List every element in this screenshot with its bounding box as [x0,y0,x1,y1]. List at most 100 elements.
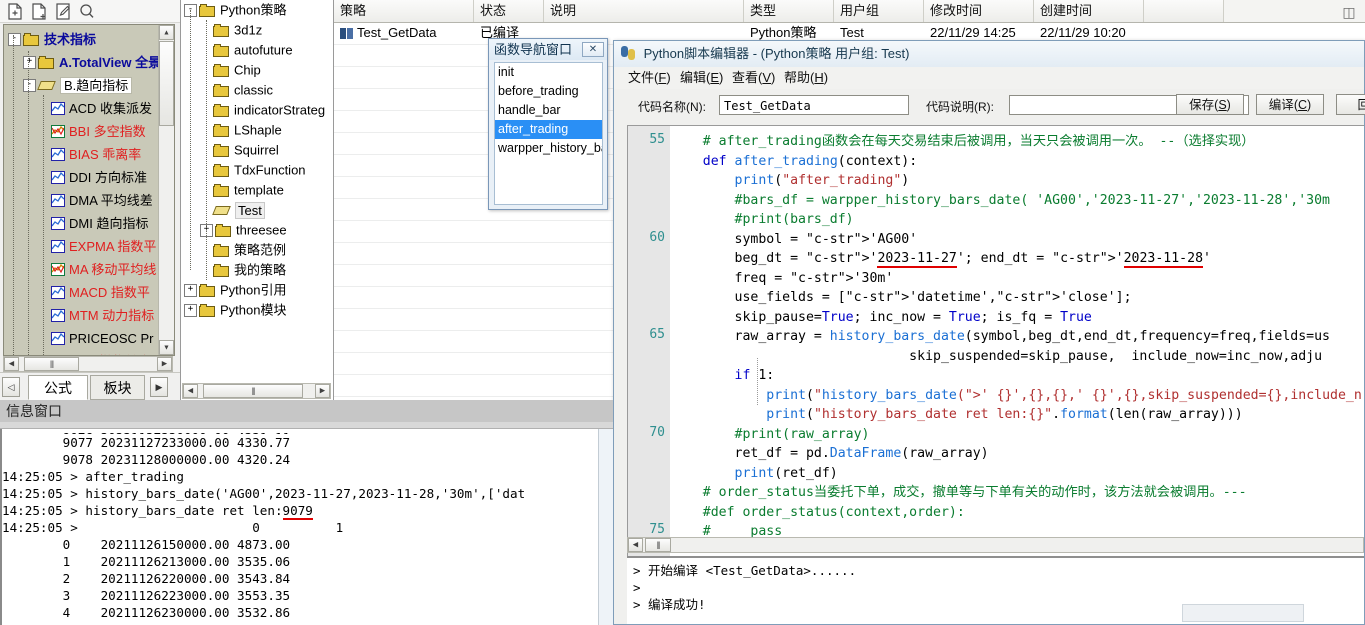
code-name-input[interactable]: Test_GetData [719,95,909,115]
strategy-tree-item[interactable]: indicatorStrateg [181,100,333,120]
strategy-tree-item[interactable]: Chip [181,60,333,80]
strategy-tree-item[interactable]: LShaple [181,120,333,140]
python-editor-menubar[interactable]: 文件(F) 编辑(E) 查看(V) 帮助(H) [614,67,1364,90]
table-column-header[interactable]: 策略 [334,0,474,22]
tree-toggle[interactable]: + [184,304,197,318]
info-window-log[interactable]: 9076 20231127230000.00 4331.11 9077 2023… [0,429,599,625]
function-list-item[interactable]: init [495,63,602,82]
menu-item-e[interactable]: 编辑(E) [674,69,729,87]
hscroll-left-button[interactable]: ◀ [628,538,643,552]
hscroll-right-button[interactable]: ▶ [315,384,330,398]
function-list-item[interactable]: before_trading [495,82,602,101]
code-line[interactable]: print("history_bars_date(">' {}',{},{},'… [671,386,1364,406]
python-strategy-tree[interactable]: - Python策略 3d1z autofuture Chip classic indica… [181,0,333,382]
compile-button[interactable]: 编译(C) [1256,94,1324,115]
scroll-up-button[interactable]: ▲ [159,25,174,40]
table-column-header[interactable]: 类型 [744,0,834,22]
table-column-header[interactable]: 说明 [544,0,744,22]
code-hscrollbar[interactable]: ◀ ||| [627,537,1364,553]
code-line[interactable]: freq = "c-str">'30m' [671,269,1364,289]
indicator-tree-hscrollbar[interactable]: ◀ ||| ▶ [3,356,173,372]
function-navigator-window[interactable]: 函数导航窗口 ✕ init before_trading handle_bar aft… [488,38,608,210]
strategy-tree-item[interactable]: Squirrel [181,140,333,160]
code-line[interactable]: beg_dt = "c-str">'2023-11-27'; end_dt = … [671,249,1364,269]
code-line[interactable]: #print(raw_array) [671,425,1364,445]
hscroll-thumb[interactable]: ||| [203,384,303,398]
code-line[interactable]: skip_suspended=skip_pause, include_now=i… [671,347,1364,367]
function-list[interactable]: init before_trading handle_bar after_tradin… [494,62,603,205]
tree-toggle[interactable]: - [8,33,21,47]
info-window-scrollbar[interactable] [598,429,613,625]
code-line[interactable]: #def order_status(context,order): [671,503,1364,523]
menu-item-f[interactable]: 文件(F) [622,69,677,87]
tree-toggle[interactable]: - [23,79,36,93]
table-column-header[interactable] [1144,0,1224,22]
search-icon[interactable] [78,3,96,20]
strategy-tree-item[interactable]: + threesee [181,220,333,240]
tab-sector[interactable]: 板块 [90,375,145,400]
code-line[interactable]: print("history_bars_date ret len:{}".for… [671,405,1364,425]
hscroll-right-button[interactable]: ▶ [157,357,172,371]
new-file-icon[interactable] [6,3,24,20]
strategy-tree-item[interactable]: TdxFunction [181,160,333,180]
save-button[interactable]: 保存(S) [1176,94,1244,115]
strategy-tree-item[interactable]: 3d1z [181,20,333,40]
new-folder-icon[interactable] [30,3,48,20]
code-line[interactable]: #print(bars_df) [671,210,1364,230]
strategy-tree-item[interactable]: 策略范例 [181,240,333,260]
indicator-tree-item[interactable]: - 技术指标 [4,27,158,50]
function-list-item[interactable]: handle_bar [495,101,602,120]
menu-item-v[interactable]: 查看(V) [726,69,781,87]
strategy-tree-item[interactable]: autofuture [181,40,333,60]
strategy-tree-item[interactable]: + Python引用 [181,280,333,300]
info-window-title: 信息窗口 [0,400,613,423]
tree-connector [190,10,191,270]
indicator-tree-scrollbar[interactable]: ▲ ▼ [158,25,174,355]
tab-next-button[interactable]: ▶ [150,377,168,397]
code-line[interactable]: #bars_df = warpper_history_bars_date( 'A… [671,191,1364,211]
backtest-button[interactable]: 回测 [1336,94,1365,115]
strategy-tree-item[interactable]: 我的策略 [181,260,333,280]
table-column-header[interactable]: 修改时间 [924,0,1034,22]
code-editor[interactable]: 55 60 65 70 75 # after_trading函数会在每天交易结束后被调用… [627,125,1364,596]
tree-toggle[interactable]: + [184,284,197,298]
code-text[interactable]: # after_trading函数会在每天交易结束后被调用，当天只会被调用一次。… [671,126,1364,596]
strategy-tree-item[interactable]: Test [181,200,333,220]
code-line[interactable]: def after_trading(context): [671,152,1364,172]
function-list-item[interactable]: after_trading [495,120,602,139]
code-line[interactable]: print("after_trading") [671,171,1364,191]
table-column-header[interactable]: 用户组 [834,0,924,22]
code-line[interactable]: # order_status当委托下单，成交，撤单等与下单有关的动作时，该方法就… [671,483,1364,503]
scroll-thumb[interactable] [159,41,174,126]
code-line[interactable]: if 1: [671,366,1364,386]
table-column-header[interactable]: 创建时间 [1034,0,1144,22]
hscroll-thumb[interactable]: ||| [24,357,79,371]
menu-item-h[interactable]: 帮助(H) [778,69,834,87]
code-line[interactable]: print(ret_df) [671,464,1364,484]
hscroll-left-button[interactable]: ◀ [183,384,198,398]
table-column-header[interactable]: 状态 [474,0,544,22]
tab-formula[interactable]: 公式 [28,375,88,400]
indicator-tree[interactable]: - 技术指标 + A.TotalView 全景 - B.趋向指标 ACD 收集派发 BBI 多… [3,24,175,356]
hscroll-left-button[interactable]: ◀ [4,357,19,371]
tree-toggle[interactable]: + [23,56,36,70]
function-list-item[interactable]: warpper_history_bar [495,139,602,158]
tab-prev-button[interactable]: ◁ [2,377,20,397]
code-line[interactable]: use_fields = ["c-str">'datetime',"c-str"… [671,288,1364,308]
close-icon[interactable]: ✕ [582,42,604,57]
code-line[interactable]: symbol = "c-str">'AG00' [671,230,1364,250]
hscroll-thumb[interactable]: ||| [645,538,671,552]
code-line[interactable]: ret_df = pd.DataFrame(raw_array) [671,444,1364,464]
strategy-tree-item[interactable]: + Python模块 [181,300,333,320]
strategy-tree-item[interactable]: template [181,180,333,200]
window-controls-partial[interactable]: ◫ [1335,4,1363,40]
code-line[interactable]: raw_array = history_bars_date(symbol,beg… [671,327,1364,347]
code-line[interactable]: # after_trading函数会在每天交易结束后被调用，当天只会被调用一次。… [671,132,1364,152]
edit-icon[interactable] [54,3,72,20]
strategy-tree-hscrollbar[interactable]: ◀ ||| ▶ [182,383,331,399]
code-line[interactable]: skip_pause=True; inc_now = True; is_fq =… [671,308,1364,328]
strategy-tree-item[interactable]: - Python策略 [181,0,333,20]
strategy-tree-item[interactable]: classic [181,80,333,100]
line-number: 75 [649,522,665,537]
scroll-down-button[interactable]: ▼ [159,340,174,355]
